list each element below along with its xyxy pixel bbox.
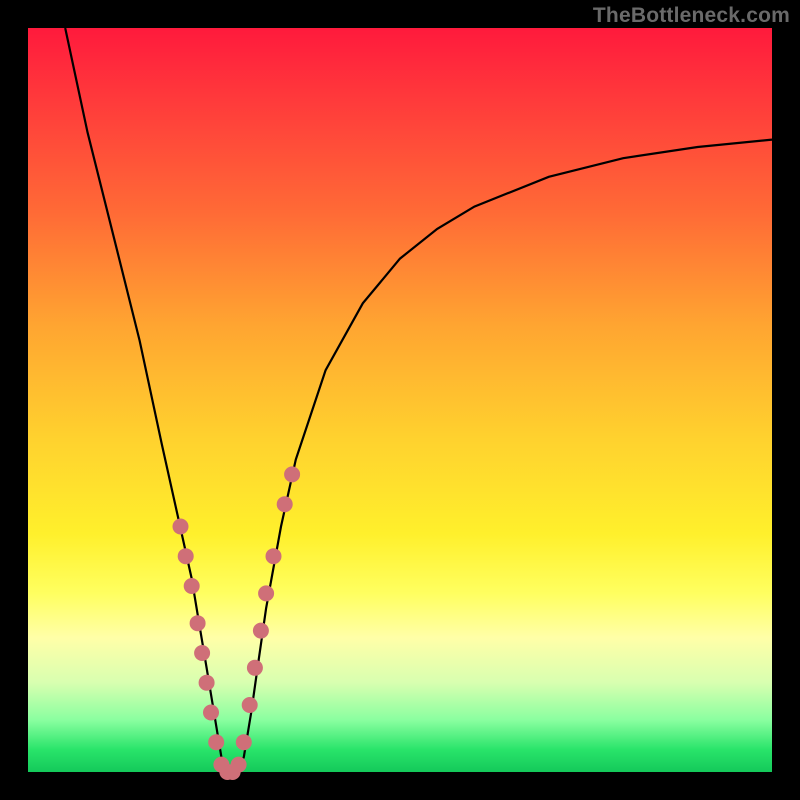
highlight-dot xyxy=(277,496,293,512)
highlight-dot xyxy=(253,623,269,639)
highlight-dot xyxy=(231,757,247,773)
highlight-dot xyxy=(194,645,210,661)
highlight-dot xyxy=(203,705,219,721)
highlight-dot xyxy=(236,734,252,750)
highlight-dot xyxy=(266,548,282,564)
bottleneck-curve-line xyxy=(65,28,772,772)
highlight-dot xyxy=(258,585,274,601)
highlight-dot xyxy=(178,548,194,564)
highlight-dot xyxy=(242,697,258,713)
highlight-dot xyxy=(208,734,224,750)
highlight-dot xyxy=(199,675,215,691)
highlight-dot-group xyxy=(173,466,301,780)
chart-plot-area xyxy=(28,28,772,772)
highlight-dot xyxy=(190,615,206,631)
highlight-dot xyxy=(247,660,263,676)
highlight-dot xyxy=(184,578,200,594)
watermark-text: TheBottleneck.com xyxy=(593,4,790,28)
highlight-dot xyxy=(284,466,300,482)
chart-svg xyxy=(28,28,772,772)
highlight-dot xyxy=(173,519,189,535)
